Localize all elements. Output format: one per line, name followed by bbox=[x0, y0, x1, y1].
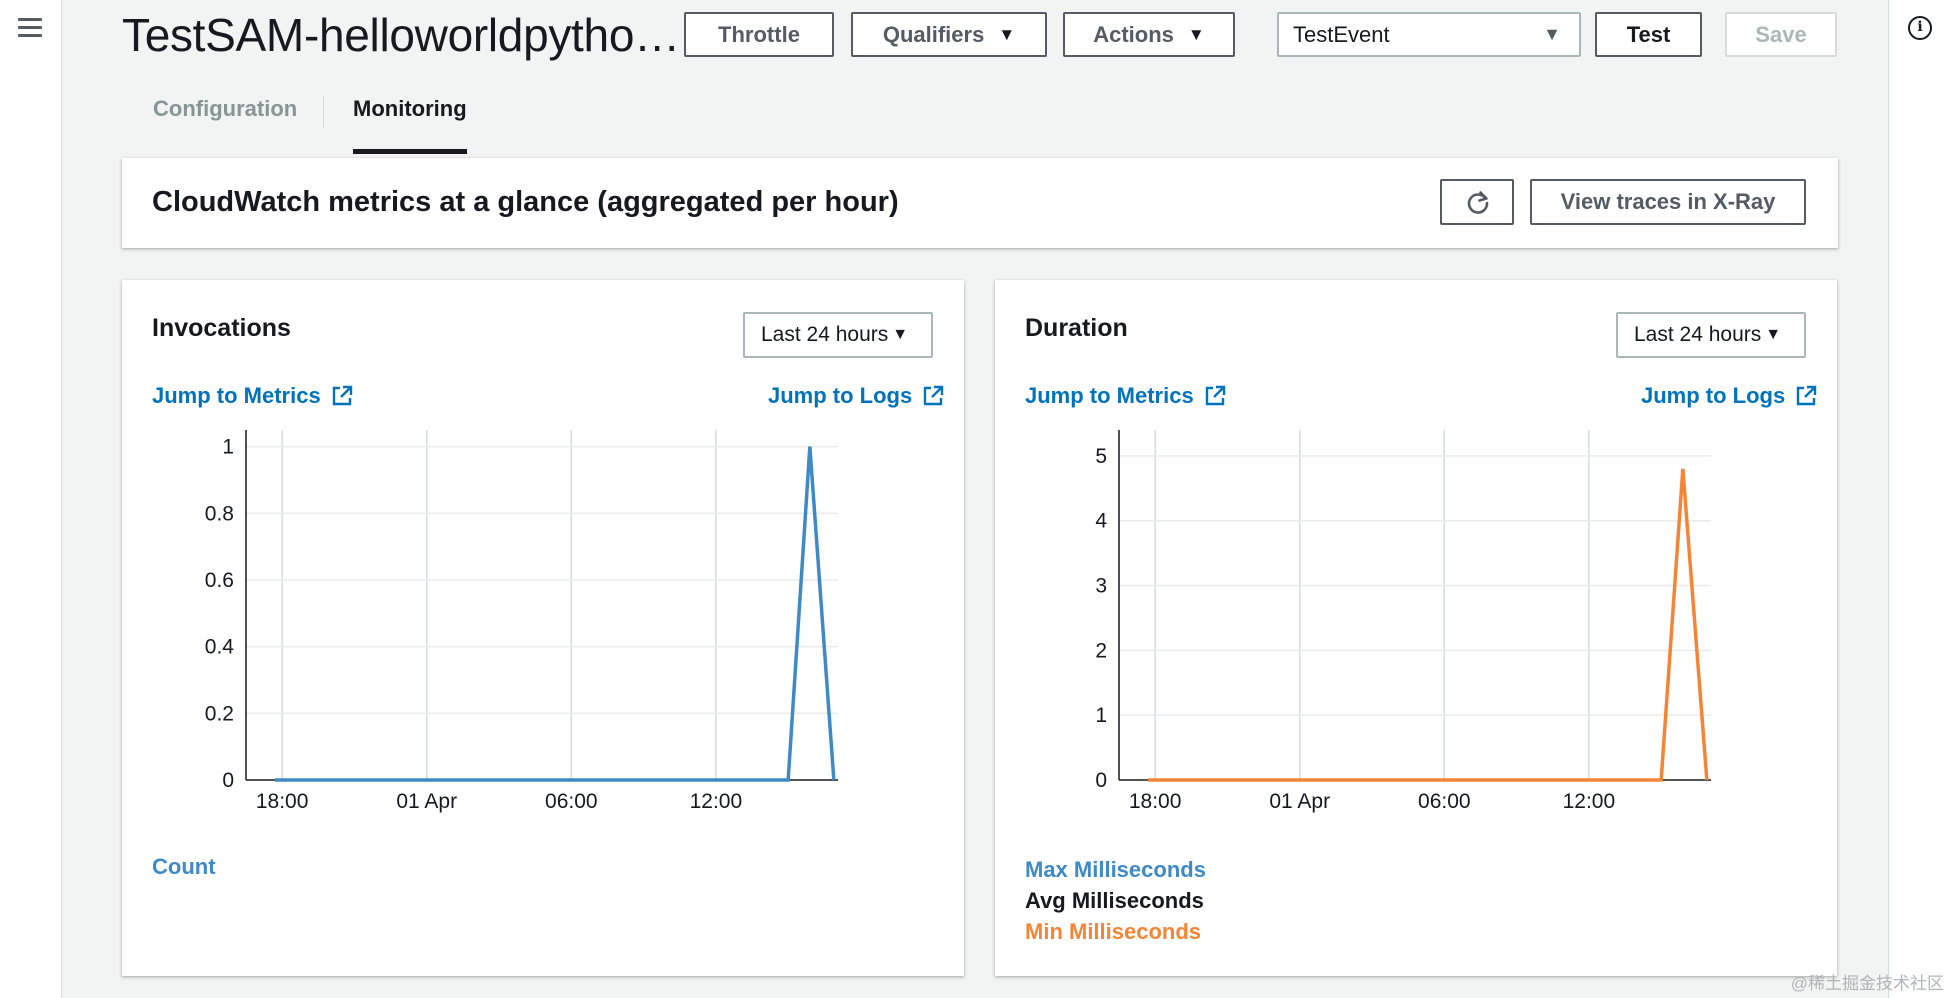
tab-separator bbox=[323, 96, 324, 128]
duration-range-select[interactable]: Last 24 hours ▼ bbox=[1616, 312, 1806, 358]
duration-title: Duration bbox=[1025, 314, 1128, 342]
refresh-button[interactable] bbox=[1440, 179, 1514, 225]
metrics-header-panel: CloudWatch metrics at a glance (aggregat… bbox=[122, 158, 1838, 248]
qualifiers-button[interactable]: Qualifiers ▼ bbox=[851, 12, 1047, 57]
legend-count[interactable]: Count bbox=[152, 854, 216, 880]
caret-down-icon: ▼ bbox=[1765, 326, 1782, 343]
duration-jump-to-logs-link[interactable]: Jump to Logs bbox=[1641, 383, 1817, 409]
active-tab-indicator bbox=[353, 149, 467, 154]
y-tick-label: 0 bbox=[1095, 769, 1107, 792]
y-tick-label: 0.4 bbox=[205, 636, 235, 659]
jump-to-logs-label: Jump to Logs bbox=[768, 383, 913, 408]
y-tick-label: 3 bbox=[1095, 575, 1107, 598]
y-tick-label: 1 bbox=[1095, 704, 1107, 727]
test-event-select[interactable]: TestEvent ▼ bbox=[1277, 12, 1581, 57]
external-link-icon bbox=[1797, 385, 1817, 406]
legend-avg-milliseconds[interactable]: Avg Milliseconds bbox=[1025, 885, 1206, 916]
invocations-chart: 18:00 01 Apr 06:00 12:00 0 0.2 0.4 0.6 0.8 1 bbox=[205, 430, 838, 813]
info-icon[interactable]: i bbox=[1908, 16, 1932, 40]
invocations-range-select[interactable]: Last 24 hours ▼ bbox=[743, 312, 933, 358]
invocations-panel: Invocations Last 24 hours ▼ Jump to Metri… bbox=[122, 280, 964, 976]
caret-down-icon: ▼ bbox=[1543, 24, 1561, 44]
series-line bbox=[274, 446, 836, 782]
external-link-icon bbox=[1205, 385, 1225, 406]
watermark: @稀土掘金技术社区 bbox=[1790, 974, 1944, 993]
y-tick-label: 0.8 bbox=[205, 502, 234, 525]
test-event-value: TestEvent bbox=[1293, 21, 1390, 47]
series-line bbox=[1147, 468, 1709, 782]
caret-down-icon: ▼ bbox=[998, 24, 1016, 44]
duration-legend: Max Milliseconds Avg Milliseconds Min Mi… bbox=[1025, 854, 1206, 947]
legend-max-milliseconds[interactable]: Max Milliseconds bbox=[1025, 854, 1206, 885]
test-button-label: Test bbox=[1626, 21, 1671, 47]
actions-button-label: Actions bbox=[1093, 21, 1174, 47]
actions-button[interactable]: Actions ▼ bbox=[1063, 12, 1235, 57]
tab-monitoring[interactable]: Monitoring bbox=[353, 96, 467, 122]
x-tick-label: 12:00 bbox=[1563, 790, 1616, 813]
save-button[interactable]: Save bbox=[1725, 12, 1837, 57]
y-tick-label: 1 bbox=[222, 436, 234, 459]
external-link-icon bbox=[332, 385, 352, 406]
x-tick-label: 01 Apr bbox=[1269, 790, 1330, 813]
tab-configuration[interactable]: Configuration bbox=[153, 96, 297, 122]
invocations-legend: Count bbox=[152, 854, 216, 880]
jump-to-metrics-label: Jump to Metrics bbox=[152, 383, 321, 408]
duration-range-value: Last 24 hours bbox=[1634, 323, 1762, 346]
right-help-rail: i bbox=[1888, 0, 1950, 998]
duration-jump-to-metrics-link[interactable]: Jump to Metrics bbox=[1025, 383, 1226, 409]
y-tick-label: 0.2 bbox=[205, 702, 234, 725]
caret-down-icon: ▼ bbox=[1187, 24, 1205, 44]
y-tick-label: 0.6 bbox=[205, 569, 234, 592]
x-tick-label: 01 Apr bbox=[396, 790, 457, 813]
y-tick-label: 2 bbox=[1095, 639, 1107, 662]
jump-to-metrics-label: Jump to Metrics bbox=[1025, 383, 1194, 408]
invocations-range-value: Last 24 hours bbox=[761, 323, 889, 346]
throttle-button-label: Throttle bbox=[718, 21, 800, 47]
throttle-button[interactable]: Throttle bbox=[684, 12, 834, 57]
x-tick-label: 18:00 bbox=[256, 790, 309, 813]
duration-panel: Duration Last 24 hours ▼ Jump to Metrics … bbox=[995, 280, 1837, 976]
invocations-title: Invocations bbox=[152, 314, 291, 342]
metrics-header-title: CloudWatch metrics at a glance (aggregat… bbox=[152, 186, 899, 218]
refresh-icon bbox=[1467, 191, 1489, 214]
left-navigation-rail bbox=[0, 0, 62, 998]
qualifiers-button-label: Qualifiers bbox=[882, 21, 985, 47]
jump-to-logs-label: Jump to Logs bbox=[1641, 383, 1786, 408]
x-tick-label: 06:00 bbox=[545, 790, 598, 813]
menu-icon[interactable] bbox=[18, 18, 42, 38]
legend-min-milliseconds[interactable]: Min Milliseconds bbox=[1025, 916, 1206, 947]
xray-button-label: View traces in X-Ray bbox=[1560, 189, 1776, 214]
x-tick-label: 18:00 bbox=[1129, 790, 1182, 813]
caret-down-icon: ▼ bbox=[892, 326, 909, 343]
save-button-label: Save bbox=[1755, 21, 1807, 47]
x-tick-label: 06:00 bbox=[1418, 790, 1471, 813]
y-tick-label: 5 bbox=[1095, 445, 1107, 468]
invocations-jump-to-logs-link[interactable]: Jump to Logs bbox=[768, 383, 944, 409]
external-link-icon bbox=[924, 385, 944, 406]
invocations-jump-to-metrics-link[interactable]: Jump to Metrics bbox=[152, 383, 353, 409]
x-tick-label: 12:00 bbox=[690, 790, 743, 813]
view-traces-xray-button[interactable]: View traces in X-Ray bbox=[1530, 179, 1806, 225]
test-button[interactable]: Test bbox=[1595, 12, 1702, 57]
duration-chart: 18:00 01 Apr 06:00 12:00 0 1 2 3 4 5 bbox=[1095, 430, 1711, 813]
y-tick-label: 4 bbox=[1095, 510, 1107, 533]
y-tick-label: 0 bbox=[222, 769, 234, 792]
function-title: TestSAM-helloworldpytho… bbox=[122, 9, 680, 61]
